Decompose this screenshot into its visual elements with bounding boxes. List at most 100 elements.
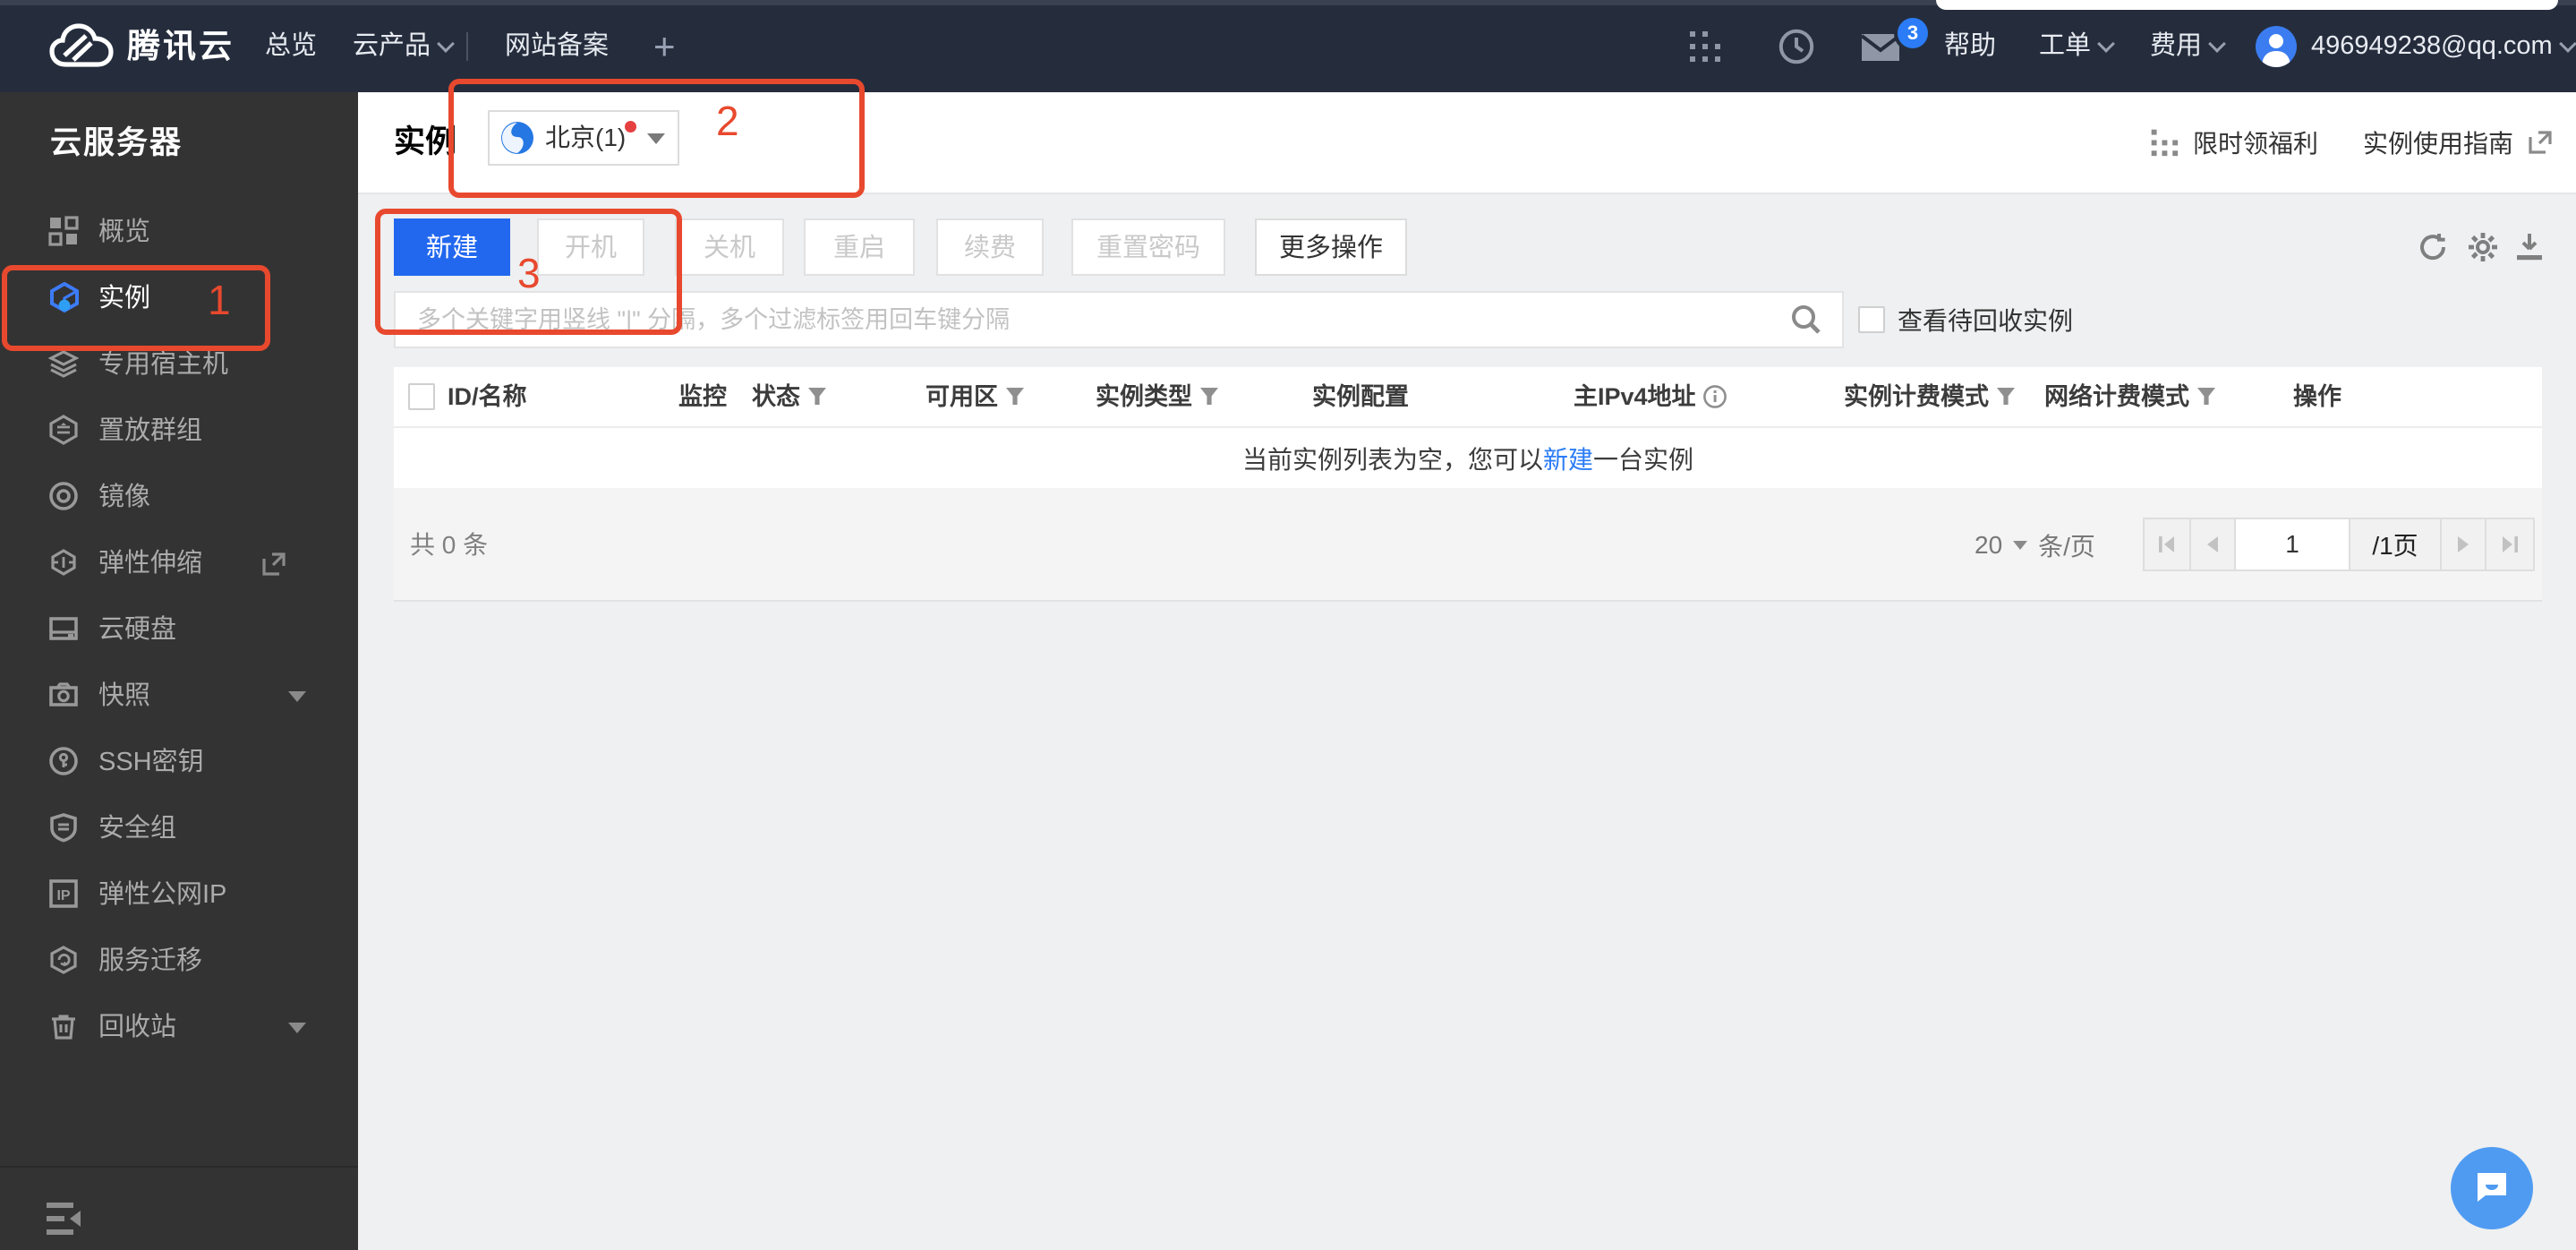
sidebar-item-service-migration[interactable]: 服务迁移 (0, 928, 358, 994)
header-links: 限时领福利 实例使用指南 (2150, 92, 2553, 193)
external-link-icon (262, 552, 286, 576)
col-label: 状态 (752, 383, 800, 410)
col-header-monitor: 监控 (678, 383, 727, 410)
customer-service-chat-button[interactable] (2451, 1147, 2533, 1229)
current-page-input[interactable]: 1 (2236, 519, 2350, 569)
empty-text-prefix: 当前实例列表为空，您可以 (1241, 445, 1543, 474)
sidebar-item-security-groups[interactable]: 安全组 (0, 795, 358, 861)
col-header-actions: 操作 (2293, 383, 2341, 410)
image-mirror-icon (49, 482, 78, 510)
page-size-selector[interactable]: 20 条/页 (1975, 488, 2095, 602)
chevron-down-icon (2558, 35, 2576, 54)
promo-link[interactable]: 限时领福利 (2193, 124, 2318, 160)
chevron-down-icon (437, 35, 455, 54)
info-icon[interactable] (1702, 384, 1727, 408)
sidebar-item-cloud-disk[interactable]: 云硬盘 (0, 596, 358, 663)
top-nav-bar: 腾讯云 总览 云产品 网站备案 + 3 帮助 工单 费用 496949238@q… (0, 0, 2576, 92)
col-header-ipv4: 主IPv4地址 (1574, 367, 1727, 426)
sidebar-item-label: 实例 (98, 284, 151, 312)
sidebar-item-label: 云硬盘 (98, 615, 177, 644)
sidebar-item-images[interactable]: 镜像 (0, 464, 358, 530)
nav-billing[interactable]: 费用 (2150, 0, 2226, 92)
create-instance-button[interactable]: 新建 (394, 218, 510, 276)
page-title: 实例 (394, 124, 457, 159)
col-header-status[interactable]: 状态 (752, 367, 827, 426)
region-notification-dot (625, 121, 636, 133)
nav-ticket-label: 工单 (2039, 31, 2092, 60)
user-avatar[interactable] (2256, 26, 2297, 67)
brand-name[interactable]: 腾讯云 (127, 0, 235, 92)
expand-chevron-icon[interactable] (288, 691, 306, 702)
filter-funnel-icon[interactable] (2196, 387, 2216, 407)
sidebar-item-auto-scaling[interactable]: 弹性伸缩 (0, 530, 358, 596)
console-qr-icon[interactable] (1688, 30, 1722, 64)
caret-down-icon (2013, 540, 2028, 550)
last-page-button[interactable] (2486, 519, 2533, 569)
sidebar-item-overview[interactable]: 概览 (0, 199, 358, 265)
sidebar-item-dedicated-host[interactable]: 专用宿主机 (0, 331, 358, 398)
sidebar: 云服务器 概览 实例 专用宿主机 置放群组 镜像 弹性伸缩 云硬盘 快照 SSH… (0, 92, 358, 1250)
renew-button[interactable]: 续费 (936, 218, 1044, 276)
annotation-number-1: 1 (208, 277, 231, 323)
nav-overview[interactable]: 总览 (265, 0, 317, 92)
download-icon[interactable] (2513, 231, 2546, 263)
dedicated-host-icon (48, 350, 79, 378)
refresh-icon[interactable] (2417, 231, 2449, 263)
restart-button[interactable]: 重启 (804, 218, 915, 276)
nav-cloud-products[interactable]: 云产品 (353, 0, 455, 92)
external-link-icon (2529, 131, 2552, 154)
reset-password-button[interactable]: 重置密码 (1071, 218, 1225, 276)
history-clock-icon[interactable] (1778, 28, 1815, 65)
filter-funnel-icon[interactable] (807, 387, 827, 407)
nav-cloud-products-label: 云产品 (353, 31, 431, 60)
service-migration-icon (50, 946, 77, 974)
empty-create-link[interactable]: 新建 (1543, 441, 1593, 476)
instance-guide-link[interactable]: 实例使用指南 (2363, 124, 2513, 160)
sidebar-item-recycle-bin[interactable]: 回收站 (0, 994, 358, 1060)
nav-divider (466, 32, 468, 61)
sidebar-item-instances[interactable]: 实例 (0, 265, 358, 331)
add-tab-button[interactable]: + (653, 0, 676, 92)
col-header-zone[interactable]: 可用区 (925, 367, 1025, 426)
sidebar-item-label: 安全组 (98, 814, 177, 843)
overview-grid-icon (48, 216, 79, 246)
recycle-bin-trash-icon (52, 1015, 75, 1040)
instance-table: ID/名称 监控 状态 可用区 实例类型 实例配置 主IPv4地址 实例计费模式… (394, 367, 2542, 488)
search-icon[interactable] (1790, 304, 1822, 336)
prev-page-button[interactable] (2191, 519, 2236, 569)
filter-funnel-icon[interactable] (1005, 387, 1025, 407)
sidebar-item-label: 弹性伸缩 (98, 549, 203, 578)
table-footer: 共 0 条 20 条/页 1 /1页 (394, 488, 2542, 602)
sidebar-item-elastic-ip[interactable]: IP 弹性公网IP (0, 861, 358, 928)
first-page-button[interactable] (2145, 519, 2191, 569)
region-selector[interactable]: 北京(1) (488, 110, 679, 166)
recycle-checkbox-label: 查看待回收实例 (1898, 307, 2074, 335)
expand-chevron-icon[interactable] (288, 1023, 306, 1033)
more-actions-label: 更多操作 (1278, 234, 1383, 262)
more-actions-button[interactable]: 更多操作 (1255, 218, 1407, 310)
sidebar-item-ssh-keys[interactable]: SSH密钥 (0, 729, 358, 795)
next-page-button[interactable] (2442, 519, 2486, 569)
sidebar-item-placement-group[interactable]: 置放群组 (0, 398, 358, 464)
nav-ticket[interactable]: 工单 (2039, 0, 2115, 92)
col-header-instance-billing[interactable]: 实例计费模式 (1844, 367, 2016, 426)
col-header-instance-type[interactable]: 实例类型 (1096, 367, 1219, 426)
sidebar-item-snapshot[interactable]: 快照 (0, 663, 358, 729)
recycle-filter: 查看待回收实例 (1858, 291, 2073, 348)
tab-website-beian[interactable]: 网站备案 (505, 0, 609, 92)
select-all-checkbox[interactable] (408, 383, 435, 410)
account-menu[interactable]: 496949238@qq.com (2311, 0, 2576, 92)
person-icon (2262, 34, 2290, 67)
settings-gear-icon[interactable] (2465, 229, 2501, 265)
shutdown-button[interactable]: 关机 (675, 218, 784, 276)
nav-help[interactable]: 帮助 (1944, 0, 1996, 92)
start-button[interactable]: 开机 (537, 218, 644, 276)
filter-funnel-icon[interactable] (1996, 387, 2016, 407)
region-name: 北京(1) (545, 124, 627, 151)
collapse-sidebar-icon[interactable] (45, 1201, 86, 1237)
instance-search-input[interactable] (394, 291, 1844, 348)
recycle-checkbox[interactable] (1858, 306, 1885, 333)
col-header-network-billing[interactable]: 网络计费模式 (2044, 367, 2216, 426)
elastic-ip-icon: IP (49, 879, 78, 908)
filter-funnel-icon[interactable] (1199, 387, 1219, 407)
